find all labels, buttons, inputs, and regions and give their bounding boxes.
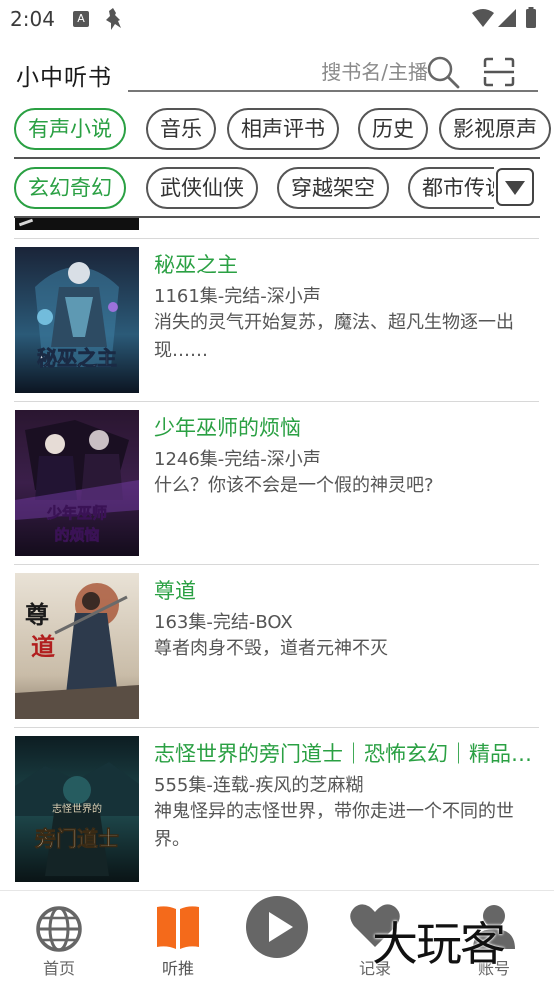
svg-text:少年巫师: 少年巫师 [46,504,107,522]
book-title[interactable]: 尊道 [154,575,542,605]
book-description: 消失的灵气开始复苏，魔法、超凡生物逐一出现…… [154,312,514,361]
category-chip-soundtrack[interactable]: 影视原声 [439,108,551,150]
nav-history-label: 记录 [358,959,391,978]
open-book-icon [157,906,199,949]
book-meta: 1161集-完结-深小声 [154,286,321,307]
a-square-icon: A [73,11,89,27]
category-chip-audio-novel[interactable]: 有声小说 [14,108,126,150]
nav-history[interactable]: 记录 [325,891,425,985]
book-meta: 163集-完结-BOX [154,612,293,633]
category-chip-crosstalk[interactable]: 相声评书 [227,108,339,150]
svg-text:旁门道士: 旁门道士 [34,826,119,851]
svg-text:道: 道 [31,632,55,661]
status-time: 2:04 [10,7,55,31]
subcategory-chip-fantasy[interactable]: 玄幻奇幻 [14,167,126,209]
book-cover-partial [15,218,139,230]
row-separator [14,401,539,402]
row-separator [14,727,539,728]
app-title: 小中听书 [16,65,112,91]
nav-account-label: 账号 [477,959,510,978]
book-cover: 志怪世界的 旁门道士 [15,736,139,882]
book-title[interactable]: 秘巫之主 [154,249,542,279]
chevron-down-icon [505,181,525,195]
book-cover: 尊 道 [15,573,139,719]
book-title[interactable]: 少年巫师的烦恼 [154,412,542,442]
book-cover: 少年巫师 的烦恼 [15,410,139,556]
category-chip-history[interactable]: 历史 [358,108,428,150]
search-bar[interactable] [128,52,538,92]
category-chip-music[interactable]: 音乐 [146,108,216,150]
book-list[interactable]: 秘巫之主 秘巫之主 1161集-完结-深小声 消失的灵气开始复苏，魔法、超凡生物… [0,218,554,890]
status-bar: 2:04 A [0,0,554,38]
category-row-main: 有声小说 音乐 相声评书 历史 影视原声 [0,106,554,154]
person-icon [473,905,515,949]
nav-recommend[interactable]: 听推 [128,891,228,985]
globe-icon [36,906,82,952]
list-item[interactable]: 秘巫之主 秘巫之主 1161集-完结-深小声 消失的灵气开始复苏，魔法、超凡生物… [0,247,554,397]
list-item[interactable]: 志怪世界的 旁门道士 志怪世界的旁门道士｜恐怖玄幻｜精品多人有声剧 555集-连… [0,736,554,886]
nav-recommend-label: 听推 [161,959,194,978]
list-item[interactable]: 尊 道 尊道 163集-完结-BOX 尊者肉身不毁，道者元神不灭 [0,573,554,723]
book-title[interactable]: 志怪世界的旁门道士｜恐怖玄幻｜精品多人有声剧 [154,738,542,768]
cover-title-text: 秘巫之主 [37,346,117,370]
status-right-icons [472,7,536,28]
category-row-sub: 玄幻奇幻 武侠仙侠 穿越架空 都市传说 [0,165,494,213]
battery-icon [526,9,536,28]
svg-text:尊: 尊 [25,600,49,629]
nav-play[interactable] [227,891,327,985]
subcategory-chip-urban[interactable]: 都市传说 [408,167,494,209]
list-item[interactable]: 少年巫师 的烦恼 少年巫师的烦恼 1246集-完结-深小声 什么？你该不会是一个… [0,410,554,560]
row-separator [14,238,539,239]
book-meta: 555集-连载-疾风的芝麻糊 [154,775,364,796]
svg-text:志怪世界的: 志怪世界的 [52,802,102,815]
category-divider [14,157,540,159]
book-description: 什么？你该不会是一个假的神灵吧? [154,475,434,496]
header: 小中听书 [0,52,554,94]
nav-account[interactable]: 账号 [444,891,544,985]
book-cover: 秘巫之主 [15,247,139,393]
nav-home[interactable]: 首页 [9,891,109,985]
bottom-navigation: 首页 听推 记录 账号 [0,890,554,985]
subcategory-chip-time-travel[interactable]: 穿越架空 [277,167,389,209]
row-separator [14,564,539,565]
wifi-icon [472,9,494,27]
signal-icon [498,9,516,27]
book-description: 神鬼怪异的志怪世界，带你走进一个不同的世界。 [154,801,514,850]
expand-categories-button[interactable] [496,168,534,206]
book-meta: 1246集-完结-深小声 [154,449,321,470]
search-icon[interactable] [426,55,460,89]
play-icon [246,896,308,958]
book-description: 尊者肉身不毁，道者元神不灭 [154,638,388,659]
scan-icon[interactable] [482,56,516,88]
svg-text:的烦恼: 的烦恼 [54,526,99,544]
subcategory-chip-wuxia[interactable]: 武侠仙侠 [146,167,258,209]
nav-home-label: 首页 [42,959,75,978]
heart-icon [350,904,400,947]
search-input[interactable] [268,59,428,85]
bird-icon [106,8,121,30]
